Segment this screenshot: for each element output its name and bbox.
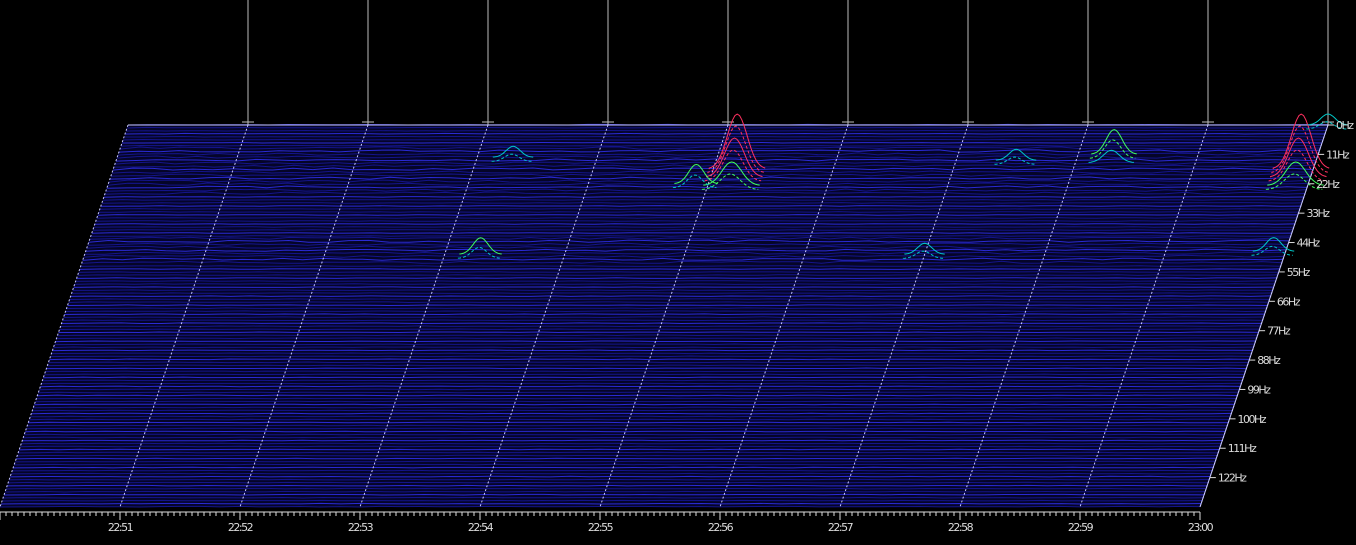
time-tick-label: 22:51 xyxy=(108,521,133,534)
freq-tick-label: 44Hz xyxy=(1297,237,1321,250)
freq-tick-label: 66Hz xyxy=(1277,295,1301,308)
spectrum-trace xyxy=(39,388,1240,391)
freq-tick-label: 100Hz xyxy=(1238,413,1267,426)
time-tick-label: 22:52 xyxy=(228,521,253,534)
freq-tick-label: 77Hz xyxy=(1267,325,1291,338)
spectrum-trace xyxy=(20,445,1221,448)
spectrum-trace xyxy=(35,400,1236,403)
freq-tick-label: 99Hz xyxy=(1247,383,1271,396)
spectrum-trace xyxy=(29,418,1230,421)
spectrum-trace xyxy=(45,370,1246,373)
freq-tick-label: 111Hz xyxy=(1228,442,1257,455)
freq-tick-label: 0Hz xyxy=(1336,119,1354,132)
spectrum-trace xyxy=(77,274,1278,276)
spectrum-trace xyxy=(73,286,1274,288)
spectrum-trace xyxy=(10,475,1211,478)
freq-tick-label: 122Hz xyxy=(1218,472,1247,485)
time-tick-label: 22:58 xyxy=(948,521,974,534)
spectrum-trace xyxy=(69,298,1270,300)
spectrum-trace xyxy=(11,472,1212,475)
time-tick-label: 23:00 xyxy=(1188,521,1214,534)
spectrum-trace xyxy=(40,385,1241,388)
freq-tick-label: 55Hz xyxy=(1287,266,1311,279)
spectrum-trace xyxy=(122,141,1323,144)
freq-tick-label: 22Hz xyxy=(1316,178,1340,191)
spectrum-trace xyxy=(19,448,1220,451)
spectrum-trace xyxy=(68,301,1269,304)
spectrum-trace xyxy=(34,403,1235,406)
waterfall-plot: 22:51 22:52 22:53 22:54 22:55 22:56 22:57 22:58… xyxy=(0,0,1356,534)
spectrum-trace xyxy=(97,214,1298,216)
time-tick-label: 22:57 xyxy=(828,521,854,534)
spectrum-trace xyxy=(24,433,1225,436)
spectrum-trace xyxy=(64,313,1265,316)
time-tick-label: 22:59 xyxy=(1068,521,1094,534)
spectrum-trace xyxy=(44,373,1245,376)
spectrum-trace xyxy=(59,328,1260,331)
spectrogram-view: 22:51 22:52 22:53 22:54 22:55 22:56 22:57 22:58… xyxy=(0,0,1356,545)
freq-tick-label: 33Hz xyxy=(1306,207,1330,220)
time-tick-label: 22:56 xyxy=(708,521,734,534)
spectrum-trace xyxy=(54,343,1255,346)
spectrum-trace xyxy=(4,490,1206,493)
time-tick-label: 22:53 xyxy=(348,521,374,534)
spectrum-trace xyxy=(63,316,1264,319)
time-tick-label: 22:55 xyxy=(588,521,614,534)
freq-tick-label: 11Hz xyxy=(1326,148,1350,161)
spectrum-trace xyxy=(58,331,1259,334)
freq-tick-label: 88Hz xyxy=(1257,354,1281,367)
spectrum-trace xyxy=(43,376,1244,379)
spectrum-trace xyxy=(53,346,1254,349)
time-tick-label: 22:54 xyxy=(468,521,494,534)
